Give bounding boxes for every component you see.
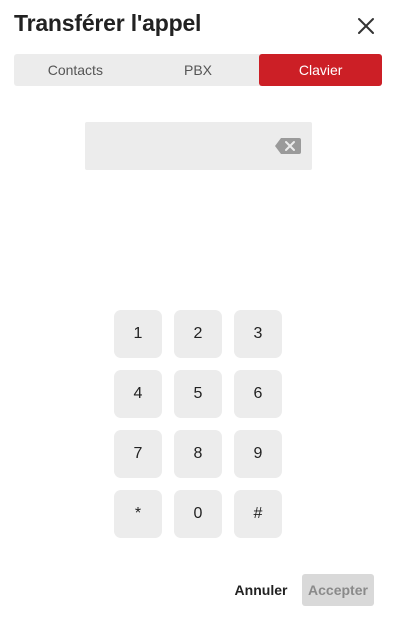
key-5[interactable]: 5 xyxy=(174,370,222,418)
close-icon xyxy=(358,18,374,34)
tab-keypad[interactable]: Clavier xyxy=(259,54,383,86)
key-6[interactable]: 6 xyxy=(234,370,282,418)
dial-keypad: 1 2 3 4 5 6 7 8 9 * 0 # xyxy=(114,310,282,538)
key-7[interactable]: 7 xyxy=(114,430,162,478)
backspace-icon xyxy=(275,138,301,154)
key-1[interactable]: 1 xyxy=(114,310,162,358)
accept-button[interactable]: Accepter xyxy=(302,574,374,606)
key-star[interactable]: * xyxy=(114,490,162,538)
key-8[interactable]: 8 xyxy=(174,430,222,478)
backspace-button[interactable] xyxy=(274,137,302,155)
cancel-button[interactable]: Annuler xyxy=(230,574,292,606)
transfer-call-dialog: Transférer l'appel Contacts PBX Clavier … xyxy=(0,0,396,630)
dialog-title: Transférer l'appel xyxy=(14,10,202,36)
key-9[interactable]: 9 xyxy=(234,430,282,478)
key-3[interactable]: 3 xyxy=(234,310,282,358)
tab-pbx[interactable]: PBX xyxy=(137,54,260,86)
key-hash[interactable]: # xyxy=(234,490,282,538)
key-4[interactable]: 4 xyxy=(114,370,162,418)
tab-bar: Contacts PBX Clavier xyxy=(14,54,383,86)
number-input[interactable] xyxy=(85,122,289,170)
key-0[interactable]: 0 xyxy=(174,490,222,538)
key-2[interactable]: 2 xyxy=(174,310,222,358)
close-button[interactable] xyxy=(352,12,380,40)
tab-contacts[interactable]: Contacts xyxy=(14,54,137,86)
